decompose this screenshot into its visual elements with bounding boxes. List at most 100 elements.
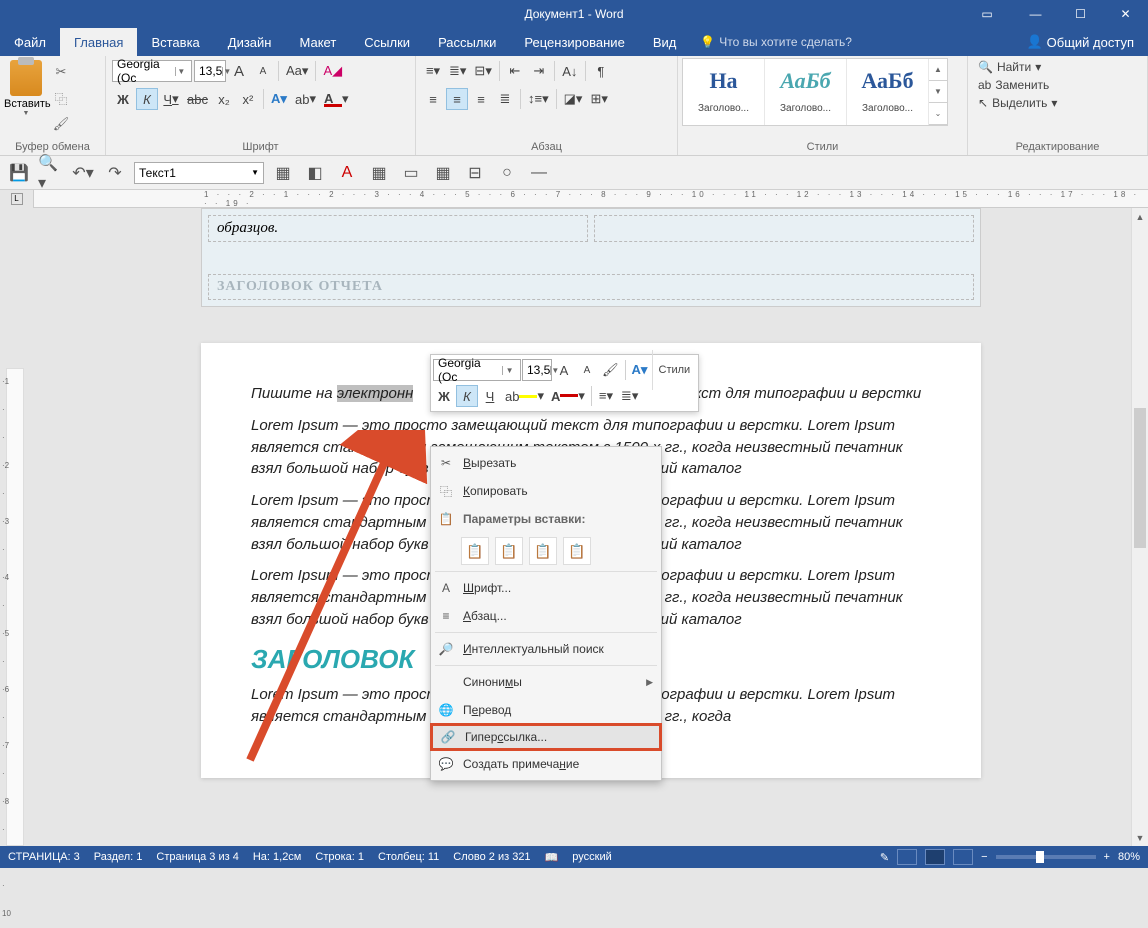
status-page-of[interactable]: Страница 3 из 4	[156, 851, 238, 863]
change-case-button[interactable]: Aa▾	[283, 60, 311, 82]
track-changes-icon[interactable]: ✎	[880, 851, 889, 864]
tab-insert[interactable]: Вставка	[137, 28, 213, 56]
mini-italic[interactable]: К	[456, 385, 478, 407]
tab-mailings[interactable]: Рассылки	[424, 28, 510, 56]
font-size-combo[interactable]: 13,5▼	[194, 60, 226, 82]
font-color-button[interactable]: A▾	[321, 88, 352, 110]
view-read-mode[interactable]	[897, 849, 917, 865]
table-button[interactable]: ▦	[270, 160, 296, 186]
undo-button[interactable]: ↶▾	[70, 160, 96, 186]
tab-home[interactable]: Главная	[60, 28, 137, 56]
scroll-thumb[interactable]	[1134, 408, 1146, 548]
copy-button[interactable]: ⿻	[50, 88, 72, 108]
align-center-button[interactable]: ≡	[446, 88, 468, 110]
line-spacing-button[interactable]: ↕≡▾	[525, 88, 552, 110]
paste-picture[interactable]: 📋	[529, 537, 557, 565]
grow-font-button[interactable]: A	[228, 60, 250, 82]
maximize-button[interactable]: ☐	[1058, 0, 1103, 28]
decrease-indent-button[interactable]: ⇤	[504, 60, 526, 82]
mini-highlight[interactable]: ab▾	[502, 385, 547, 407]
shading-button[interactable]: ◪▾	[561, 88, 586, 110]
bold-button[interactable]: Ж	[112, 88, 134, 110]
grid-button[interactable]: ▦	[366, 160, 392, 186]
ctx-translate[interactable]: 🌐Перевод	[431, 696, 661, 724]
ctx-copy[interactable]: ⿻Копировать	[431, 477, 661, 505]
status-word-count[interactable]: Слово 2 из 321	[453, 851, 530, 863]
ctx-cut[interactable]: ✂Вырезать	[431, 449, 661, 477]
ctx-smart-lookup[interactable]: 🔎Интеллектуальный поиск	[431, 635, 661, 663]
view-web-layout[interactable]	[953, 849, 973, 865]
group-button[interactable]: ⊟	[462, 160, 488, 186]
underline-button[interactable]: Ч▾	[160, 88, 182, 110]
mini-bullets[interactable]: ≡▾	[595, 385, 617, 407]
sort-button[interactable]: A↓	[559, 60, 581, 82]
style-item-heading1[interactable]: На Заголово...	[683, 59, 765, 125]
zoom-in-button[interactable]: +	[1104, 851, 1110, 863]
header-placeholder[interactable]: ЗАГОЛОВОК ОТЧЕТА	[208, 274, 974, 300]
tab-design[interactable]: Дизайн	[214, 28, 286, 56]
view-print-layout[interactable]	[925, 849, 945, 865]
tab-references[interactable]: Ссылки	[350, 28, 424, 56]
strikethrough-button[interactable]: abc	[184, 88, 211, 110]
increase-indent-button[interactable]: ⇥	[528, 60, 550, 82]
cut-button[interactable]: ✂	[50, 62, 72, 82]
numbering-button[interactable]: ≣▾	[446, 60, 469, 82]
circle-button[interactable]: ○	[494, 160, 520, 186]
shrink-font-button[interactable]: A	[252, 60, 274, 82]
status-at[interactable]: На: 1,2см	[253, 851, 302, 863]
mini-styles-button[interactable]: Стили	[652, 350, 697, 390]
ctx-new-comment[interactable]: 💬Создать примечание	[431, 750, 661, 778]
italic-button[interactable]: К	[136, 88, 158, 110]
mini-grow-font[interactable]: A	[553, 359, 575, 381]
table-cell[interactable]	[594, 215, 974, 242]
tell-me-search[interactable]: 💡 Что вы хотите сделать?	[690, 28, 862, 56]
a-red-button[interactable]: A	[334, 160, 360, 186]
scroll-up-icon[interactable]: ▲	[1132, 208, 1148, 225]
share-button[interactable]: 👤 Общий доступ	[1012, 28, 1148, 56]
bullets-button[interactable]: ≡▾	[422, 60, 444, 82]
superscript-button[interactable]: x²	[237, 88, 259, 110]
paste-merge[interactable]: 📋	[495, 537, 523, 565]
multilevel-list-button[interactable]: ⊟▾	[471, 60, 494, 82]
ctx-paragraph[interactable]: ≡Абзац...	[431, 602, 661, 630]
styles-more-button[interactable]: ▲▼⌄	[929, 59, 947, 125]
tab-file[interactable]: Файл	[0, 28, 60, 56]
mini-numbering[interactable]: ≣▾	[618, 385, 641, 407]
text-effects-button[interactable]: A▾	[268, 88, 290, 110]
status-page[interactable]: СТРАНИЦА: 3	[8, 851, 80, 863]
show-marks-button[interactable]: ¶	[590, 60, 612, 82]
page-1-bottom[interactable]: образцов. ЗАГОЛОВОК ОТЧЕТА	[201, 208, 981, 307]
new-button[interactable]: ▭	[398, 160, 424, 186]
status-column[interactable]: Столбец: 11	[378, 851, 439, 863]
justify-button[interactable]: ≣	[494, 88, 516, 110]
style-item-heading2[interactable]: АаБб Заголово...	[765, 59, 847, 125]
mini-size-combo[interactable]: 13,5▼	[522, 359, 552, 381]
tab-view[interactable]: Вид	[639, 28, 691, 56]
clear-formatting-button[interactable]: A◢	[320, 60, 345, 82]
ribbon-display-options-icon[interactable]: ▭	[971, 0, 1003, 28]
grid2-button[interactable]: ▦	[430, 160, 456, 186]
replace-button[interactable]: abЗаменить	[978, 78, 1057, 92]
borders-button[interactable]: ⊞▾	[587, 88, 610, 110]
status-language[interactable]: русский	[572, 851, 611, 863]
ctx-hyperlink[interactable]: 🔗Гиперссылка...	[430, 723, 662, 751]
close-button[interactable]: ✕	[1103, 0, 1148, 28]
line-button[interactable]: ―	[526, 160, 552, 186]
paste-keep-source[interactable]: 📋	[461, 537, 489, 565]
mini-font-color-2[interactable]: A▾	[548, 385, 588, 407]
mini-format-painter[interactable]: 🖌	[599, 359, 622, 381]
format-painter-button[interactable]: 🖌	[50, 114, 72, 134]
mini-font-color[interactable]: A▾	[629, 359, 651, 381]
tab-selector[interactable]: L	[11, 193, 23, 205]
vertical-scrollbar[interactable]: ▲ ▼	[1131, 208, 1148, 846]
minimize-button[interactable]: —	[1013, 0, 1058, 28]
tab-layout[interactable]: Макет	[285, 28, 350, 56]
align-right-button[interactable]: ≡	[470, 88, 492, 110]
scroll-down-icon[interactable]: ▼	[1132, 829, 1148, 846]
status-spellcheck-icon[interactable]: 📖	[545, 851, 559, 864]
highlight-button[interactable]: ab▾	[292, 88, 319, 110]
style-combo[interactable]: Текст1▼	[134, 162, 264, 184]
style-item-heading3[interactable]: АаБб Заголово...	[847, 59, 929, 125]
select-button[interactable]: ↖Выделить ▾	[978, 96, 1057, 110]
table-cell[interactable]: образцов.	[208, 215, 588, 242]
